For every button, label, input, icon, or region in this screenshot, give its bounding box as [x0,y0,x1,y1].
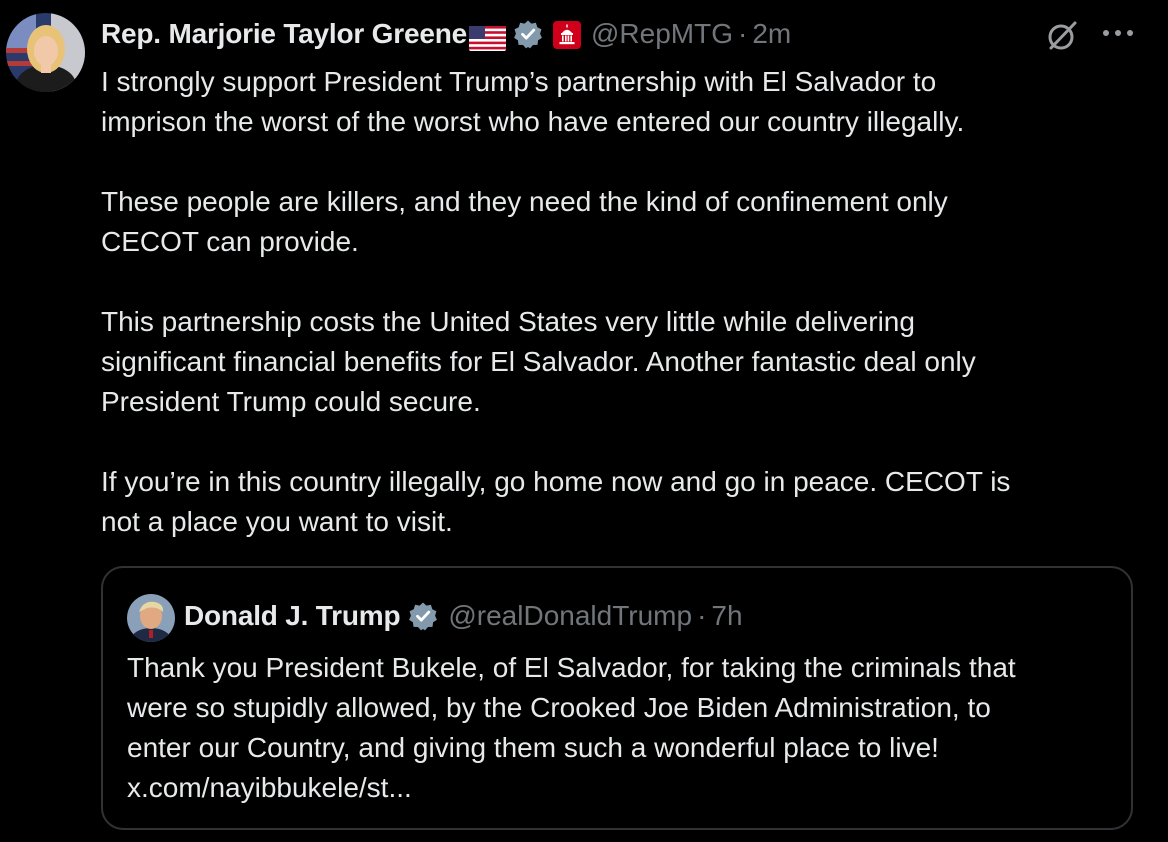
quoted-author-handle[interactable]: @realDonaldTrump [448,596,692,636]
post-paragraph: If you’re in this country illegally, go … [101,466,1011,537]
verified-badge-icon[interactable] [408,601,438,631]
post-header: Rep. Marjorie Taylor Greene @RepMTG · 2m [101,14,791,54]
us-flag-emoji [468,22,506,51]
tweet: Rep. Marjorie Taylor Greene @RepMTG · 2m… [0,0,1168,842]
quoted-post-timestamp[interactable]: 7h [711,596,742,636]
grok-icon[interactable] [1044,18,1080,54]
more-options-icon[interactable] [1098,18,1138,48]
quoted-post-text: Thank you President Bukele, of El Salvad… [127,652,1016,803]
post-text: I strongly support President Trump’s par… [101,62,1131,542]
author-avatar[interactable] [6,13,85,92]
post-paragraph: This partnership costs the United States… [101,306,976,417]
quoted-post[interactable]: Donald J. Trump @realDonaldTrump · 7h Th… [101,566,1133,830]
post-paragraph: These people are killers, and they need … [101,186,948,257]
quoted-author-name[interactable]: Donald J. Trump [184,596,401,636]
separator-dot: · [697,600,707,631]
author-name[interactable]: Rep. Marjorie Taylor Greene [101,14,467,54]
quoted-post-header: Donald J. Trump @realDonaldTrump · 7h [184,596,743,636]
verified-badge-icon[interactable] [513,19,543,49]
post-timestamp[interactable]: 2m [752,14,791,54]
author-handle[interactable]: @RepMTG [591,14,733,54]
separator-dot: · [737,18,748,49]
quoted-author-avatar[interactable] [127,594,175,642]
government-capitol-badge-icon [552,20,581,49]
post-paragraph: I strongly support President Trump’s par… [101,66,965,137]
